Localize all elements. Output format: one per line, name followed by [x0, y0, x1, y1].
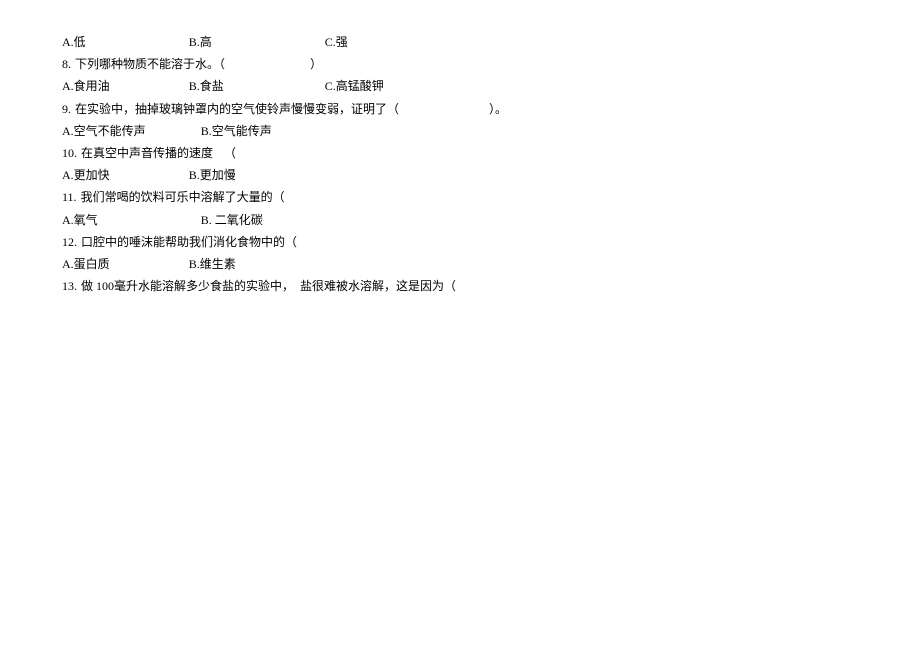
q7-optB-text: 高 [200, 35, 212, 49]
q11-optA-label: A. [62, 213, 74, 227]
q8-optC-text: 高锰酸钾 [336, 79, 384, 93]
q8-optC-label: C. [325, 79, 336, 93]
q7-optB-label: B. [189, 35, 200, 49]
q8-num: 8. [62, 57, 71, 71]
q12-optA-label: A. [62, 257, 74, 271]
q10-stem-text: 在真空中声音传播的速度 [81, 146, 213, 160]
q11-options: A.氧气 B.二氧化碳 [62, 209, 920, 231]
q9-num: 9. [62, 102, 71, 116]
q12-optB-text: 维生素 [200, 257, 236, 271]
q13-stem-b: 盐很难被水溶解，这是因为（ [300, 279, 456, 293]
q11-num: 11. [62, 190, 77, 204]
q11-optB-label: B. [201, 213, 212, 227]
q7-optA-text: 低 [74, 35, 86, 49]
q10-stem: 10. 在真空中声音传播的速度 （ [62, 142, 920, 164]
q9-options: A.空气不能传声 B.空气能传声 [62, 120, 920, 142]
q10-paren: （ [224, 146, 236, 160]
q11-stem: 11. 我们常喝的饮料可乐中溶解了大量的（ [62, 186, 920, 208]
q13-stem: 13. 做 100毫升水能溶解多少食盐的实验中， 盐很难被水溶解，这是因为（ [62, 275, 920, 297]
q10-optB-label: B. [189, 168, 200, 182]
q10-optA-label: A. [62, 168, 74, 182]
q9-stem: 9. 在实验中，抽掉玻璃钟罩内的空气使铃声慢慢变弱，证明了（ ）。 [62, 98, 920, 120]
q9-stem-text: 在实验中，抽掉玻璃钟罩内的空气使铃声慢慢变弱，证明了（ [75, 102, 399, 116]
q12-optA-text: 蛋白质 [74, 257, 110, 271]
q12-stem: 12. 口腔中的唾沫能帮助我们消化食物中的（ [62, 231, 920, 253]
q8-stem-text: 下列哪种物质不能溶于水。（ [75, 57, 225, 71]
q8-stem: 8. 下列哪种物质不能溶于水。（ ） [62, 53, 920, 75]
q10-optB-text: 更加慢 [200, 168, 236, 182]
q9-optA-label: A. [62, 124, 74, 138]
q12-stem-text: 口腔中的唾沫能帮助我们消化食物中的（ [81, 235, 297, 249]
q13-stem-a: 做 100毫升水能溶解多少食盐的实验中， [81, 279, 294, 293]
q7-optA-label: A. [62, 35, 74, 49]
q8-options: A.食用油 B.食盐 C.高锰酸钾 [62, 75, 920, 97]
q9-optA-text: 空气不能传声 [74, 124, 146, 138]
q7-optC-text: 强 [336, 35, 348, 49]
q7-options: A.低 B.高 C.强 [62, 31, 920, 53]
q8-optA-label: A. [62, 79, 74, 93]
q11-optB-text: 二氧化碳 [215, 213, 263, 227]
q8-optB-label: B. [189, 79, 200, 93]
q10-optA-text: 更加快 [74, 168, 110, 182]
q7-optC-label: C. [325, 35, 336, 49]
q9-stem-close: ）。 [489, 102, 507, 116]
q8-optB-text: 食盐 [200, 79, 224, 93]
q8-optA-text: 食用油 [74, 79, 110, 93]
q10-options: A.更加快 B.更加慢 [62, 164, 920, 186]
q13-num: 13. [62, 279, 77, 293]
q8-stem-close: ） [310, 57, 322, 71]
q9-optB-text: 空气能传声 [212, 124, 272, 138]
q11-stem-text: 我们常喝的饮料可乐中溶解了大量的（ [81, 190, 285, 204]
q12-optB-label: B. [189, 257, 200, 271]
q10-num: 10. [62, 146, 77, 160]
q12-num: 12. [62, 235, 77, 249]
q11-optA-text: 氧气 [74, 213, 98, 227]
q9-optB-label: B. [201, 124, 212, 138]
q12-options: A.蛋白质 B.维生素 [62, 253, 920, 275]
